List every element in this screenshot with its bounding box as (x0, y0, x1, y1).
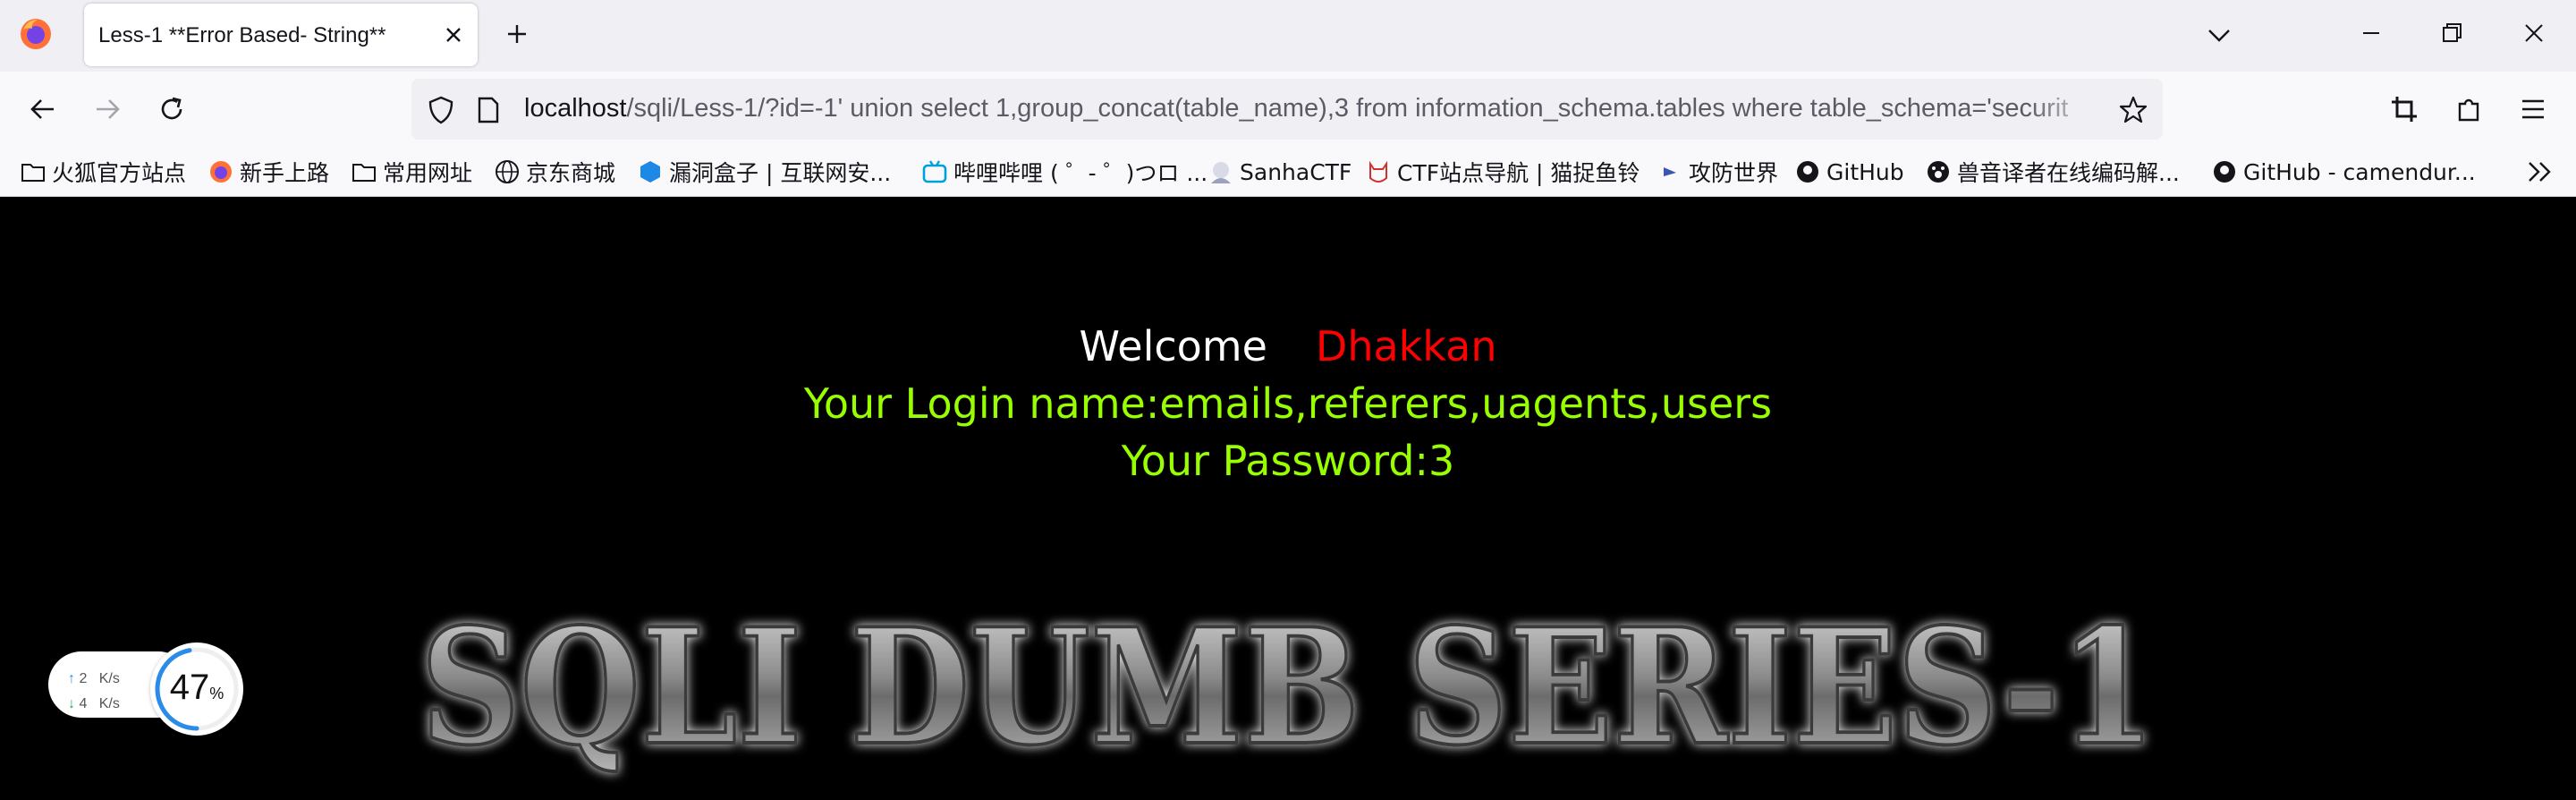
anime-icon (1211, 162, 1231, 183)
bookmark-label: 哔哩哔哩 ( ゜- ゜)つロ ... (953, 160, 1208, 186)
more-bookmarks-chevron-icon[interactable] (2524, 157, 2556, 186)
paw-icon (1928, 161, 1949, 183)
new-tab-icon[interactable] (503, 20, 531, 48)
welcome-text: Welcome (1079, 322, 1267, 370)
tracking-protection-icon[interactable] (426, 95, 456, 125)
bookmark-label: 常用网址 (383, 160, 473, 186)
github-icon (1797, 161, 1818, 183)
bookmark-label: 新手上路 (240, 160, 330, 186)
sqli-dumb-series-banner: SQLI DUMB SERIES-1 (419, 591, 2157, 782)
globe-icon (496, 160, 519, 183)
menu-hamburger-icon[interactable] (2517, 93, 2549, 125)
minimize-window-icon[interactable] (2358, 20, 2385, 47)
github-icon (2214, 161, 2235, 183)
upload-value: 2 (79, 671, 88, 686)
bookmark-label: GitHub - camendur... (2243, 158, 2476, 185)
firefox-menu-icon[interactable] (18, 16, 54, 52)
back-icon[interactable] (25, 91, 61, 127)
download-speed: ↓ 4 K/s (68, 696, 120, 712)
list-all-tabs-icon[interactable] (2206, 21, 2233, 48)
bookmark-item[interactable]: GitHub (1794, 154, 1904, 190)
tab-active[interactable]: Less-1 **Error Based- String** (84, 4, 478, 66)
forward-icon[interactable] (89, 91, 125, 127)
extensions-icon[interactable] (2453, 93, 2485, 125)
url-host: localhost (524, 94, 627, 123)
usage-percent-sign: % (209, 685, 225, 702)
bookmarks-toolbar: 火狐官方站点 新手上路 常用网址 京东商城 漏洞盒子 | 互联网安... 哔哩哔… (0, 147, 2576, 197)
tab-title: Less-1 **Error Based- String** (98, 23, 386, 47)
flag-icon (1664, 167, 1676, 176)
bookmark-item[interactable]: 漏洞盒子 | 互联网安... (637, 154, 891, 190)
address-bar[interactable]: localhost/sqli/Less-1/?id=-1' union sele… (411, 79, 2163, 140)
close-tab-icon[interactable] (442, 23, 465, 47)
bookmark-item[interactable]: CTF站点导航 | 猫捉鱼铃 (1365, 154, 1640, 190)
download-arrow-icon: ↓ (68, 696, 75, 711)
bookmark-label: 火狐官方站点 (52, 160, 187, 186)
close-window-icon[interactable] (2521, 20, 2547, 47)
firefox-icon (210, 161, 232, 183)
hexagon-icon (640, 161, 660, 183)
bookmark-item[interactable]: 京东商城 (494, 154, 615, 190)
folder-icon (21, 164, 45, 182)
download-unit: K/s (98, 696, 120, 711)
memory-usage-gauge[interactable]: 47% (150, 643, 243, 736)
bookmark-label: SanhaCTF (1240, 158, 1352, 185)
folder-icon (352, 164, 376, 182)
network-speed-widget[interactable]: ↑ 2 K/s ↓ 4 K/s 47% (48, 643, 243, 736)
bookmark-star-icon[interactable] (2118, 95, 2148, 125)
restore-window-icon[interactable] (2438, 20, 2465, 47)
bookmark-item[interactable]: GitHub - camendur... (2211, 154, 2476, 190)
reload-icon[interactable] (154, 91, 190, 127)
download-value: 4 (79, 696, 88, 711)
url-fade (2029, 79, 2100, 140)
bookmark-item[interactable]: 新手上路 (208, 154, 329, 190)
bookmark-label: 攻防世界 (1689, 160, 1779, 186)
upload-unit: K/s (98, 671, 120, 686)
bookmark-item[interactable]: 攻防世界 (1657, 154, 1778, 190)
login-name-text: Your Login name:emails,referers,uagents,… (803, 379, 1773, 428)
cat-icon (1369, 160, 1387, 183)
password-text: Your Password:3 (1121, 437, 1455, 485)
upload-arrow-icon: ↑ (68, 671, 75, 686)
bookmark-item[interactable]: 常用网址 (351, 154, 472, 190)
bookmark-label: GitHub (1826, 158, 1904, 185)
tab-strip: Less-1 **Error Based- String** (0, 0, 2576, 72)
banner-text: SQLI DUMB SERIES-1 (420, 593, 2156, 780)
screenshot-crop-icon[interactable] (2388, 93, 2420, 125)
bookmark-label: 兽音译者在线编码解... (1957, 160, 2180, 186)
upload-speed: ↑ 2 K/s (68, 671, 120, 687)
navigation-toolbar: localhost/sqli/Less-1/?id=-1' union sele… (0, 72, 2576, 147)
usage-percent-value: 47 (169, 668, 210, 707)
url-path: /sqli/Less-1/?id=-1' union select 1,grou… (626, 94, 2069, 123)
page-content: Welcome Dhakkan Your Login name:emails,re… (0, 197, 2576, 800)
bookmark-item[interactable]: 哔哩哔哩 ( ゜- ゜)つロ ... (921, 154, 1208, 190)
bookmark-label: 京东商城 (526, 160, 616, 186)
bookmark-item[interactable]: 火狐官方站点 (20, 154, 186, 190)
page-info-icon[interactable] (476, 97, 501, 123)
bookmark-item[interactable]: SanhaCTF (1208, 154, 1352, 190)
welcome-name: Dhakkan (1315, 322, 1497, 370)
welcome-line: Welcome Dhakkan (0, 322, 2576, 370)
bilibili-icon (922, 160, 947, 183)
bookmark-label: 漏洞盒子 | 互联网安... (669, 160, 892, 186)
bookmark-label: CTF站点导航 | 猫捉鱼铃 (1397, 160, 1640, 186)
usage-percent: 47% (150, 668, 243, 708)
url-text[interactable]: localhost/sqli/Less-1/?id=-1' union sele… (524, 94, 2098, 123)
bookmark-item[interactable]: 兽音译者在线编码解... (1925, 154, 2180, 190)
